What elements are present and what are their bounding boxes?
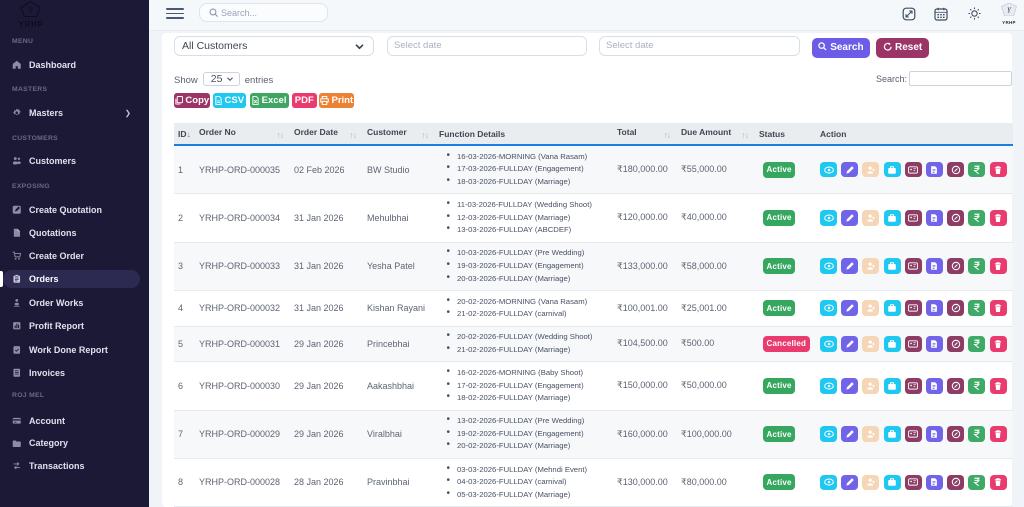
svg-text:Y: Y [28, 5, 34, 15]
